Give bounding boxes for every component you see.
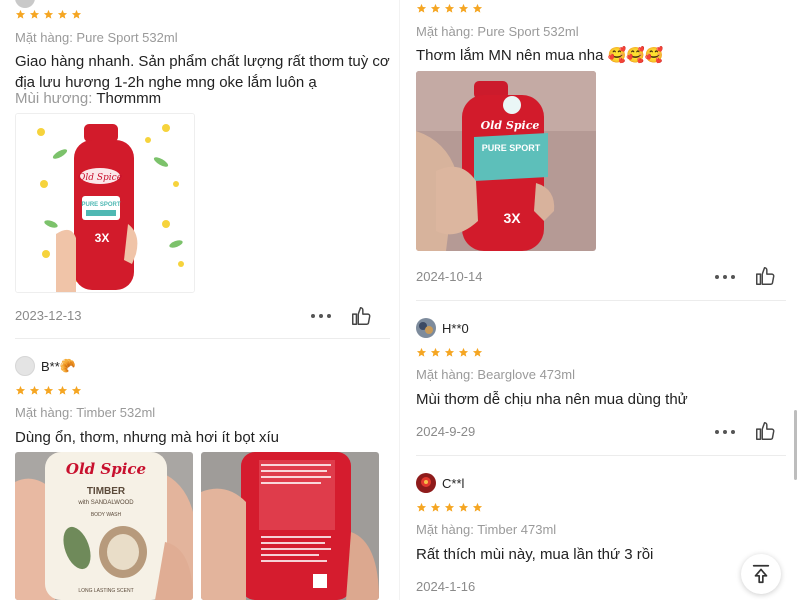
- review-text: Giao hàng nhanh. Sản phẩm chất lượng rất…: [15, 51, 390, 93]
- avatar: [416, 318, 436, 338]
- star-icon: [430, 3, 441, 13]
- avatar: [15, 0, 35, 8]
- star-icon: [444, 502, 455, 512]
- star-icon: [43, 9, 54, 19]
- star-icon: [29, 9, 40, 19]
- review-date: 2024-9-29: [416, 424, 476, 439]
- variant-sub-label: with SANDALWOOD: [77, 500, 134, 506]
- rating-stars: [15, 9, 82, 20]
- thumbs-up-icon[interactable]: [754, 420, 776, 442]
- star-icon: [29, 385, 40, 395]
- scroll-to-top-icon: [752, 564, 770, 584]
- divider: [416, 455, 786, 456]
- bottle-3x-label: 3X: [95, 231, 110, 245]
- star-icon: [416, 3, 427, 13]
- long-lasting-label: LONG LASTING SCENT: [78, 588, 133, 594]
- reviewer: C**l: [416, 473, 464, 493]
- product-variant: Mặt hàng: Pure Sport 532ml: [15, 30, 178, 45]
- body-wash-label: BODY WASH: [91, 512, 122, 518]
- star-icon: [458, 347, 469, 357]
- reviewer-name: B**: [41, 358, 60, 374]
- product-variant: Mặt hàng: Timber 532ml: [15, 405, 156, 420]
- review-column-left: Mặt hàng: Pure Sport 532ml Giao hàng nha…: [0, 0, 400, 600]
- more-icon[interactable]: [715, 275, 735, 279]
- more-icon[interactable]: [311, 314, 331, 318]
- review-date: 2024-10-14: [416, 269, 483, 284]
- scent-value: Thơmmm: [96, 90, 162, 107]
- star-icon: [472, 347, 483, 357]
- product-photo: Old Spice PURE SPORT 3X: [416, 71, 596, 251]
- rating-stars: [416, 3, 483, 14]
- star-icon: [472, 502, 483, 512]
- review-photo[interactable]: Old Spice PURE SPORT 3X: [416, 71, 596, 251]
- divider: [15, 338, 390, 339]
- variant-label: TIMBER: [87, 486, 126, 497]
- rating-stars: [15, 385, 82, 396]
- star-icon: [71, 9, 82, 19]
- brand-label: Old Spice: [78, 173, 122, 183]
- star-icon: [15, 9, 26, 19]
- star-icon: [416, 347, 427, 357]
- review-text: Rất thích mùi này, mua lần thứ 3 rồi: [416, 546, 654, 563]
- reviewer: B** 🥐: [15, 356, 76, 376]
- star-icon: [430, 347, 441, 357]
- star-icon: [416, 502, 427, 512]
- reviewer-name: C**l: [442, 475, 465, 491]
- avatar: [15, 356, 35, 376]
- variant-label: PURE SPORT: [81, 202, 120, 208]
- brand-label: Old Spice: [66, 460, 146, 478]
- variant-label: PURE SPORT: [482, 143, 541, 153]
- star-icon: [57, 9, 68, 19]
- star-icon: [444, 3, 455, 13]
- star-icon: [458, 3, 469, 13]
- review-date: 2023-12-13: [15, 308, 82, 323]
- product-photo: Old Spice TIMBER with SANDALWOOD BODY WA…: [15, 452, 193, 600]
- brand-label: Old Spice: [481, 119, 540, 132]
- thumbs-up-icon[interactable]: [754, 265, 776, 287]
- rating-stars: [416, 502, 483, 513]
- review-column-right: Mặt hàng: Pure Sport 532ml Thơm lắm MN n…: [400, 0, 800, 600]
- scroll-to-top-button[interactable]: [741, 554, 781, 594]
- product-variant: Mặt hàng: Timber 473ml: [416, 522, 557, 537]
- review-text-body: Thơm lắm MN nên mua nha: [416, 47, 604, 64]
- star-icon: [71, 385, 82, 395]
- scent-label: Mùi hương:: [15, 90, 93, 107]
- star-icon: [458, 502, 469, 512]
- product-photo: Old Spice PURE SPORT 3X: [16, 114, 194, 292]
- star-icon: [15, 385, 26, 395]
- user-emoji: 🥐: [59, 358, 76, 374]
- star-icon: [444, 347, 455, 357]
- review-text: Thơm lắm MN nên mua nha 🥰🥰🥰: [416, 45, 664, 66]
- product-variant: Mặt hàng: Bearglove 473ml: [416, 367, 575, 382]
- rating-stars: [416, 347, 483, 358]
- star-icon: [472, 3, 483, 13]
- review-photo[interactable]: [201, 452, 379, 600]
- bottle-3x-label: 3X: [503, 210, 521, 226]
- reviewer-name: H**0: [442, 320, 469, 336]
- review-text: Mùi thơm dễ chịu nha nên mua dùng thử: [416, 391, 688, 408]
- review-text-line: Giao hàng nhanh. Sản phẩm chất lượng rất…: [15, 53, 390, 70]
- star-icon: [57, 385, 68, 395]
- divider: [416, 300, 786, 301]
- review-emojis: 🥰🥰🥰: [607, 46, 664, 64]
- scrollbar-thumb[interactable]: [794, 410, 797, 480]
- review-text: Dùng ổn, thơm, nhưng mà hơi ít bọt xíu: [15, 429, 280, 446]
- star-icon: [43, 385, 54, 395]
- avatar: [416, 473, 436, 493]
- review-date: 2024-1-16: [416, 579, 476, 594]
- review-photo[interactable]: Old Spice PURE SPORT 3X: [15, 113, 195, 293]
- more-icon[interactable]: [715, 430, 735, 434]
- product-variant: Mặt hàng: Pure Sport 532ml: [416, 24, 579, 39]
- review-photo[interactable]: Old Spice TIMBER with SANDALWOOD BODY WA…: [15, 452, 193, 600]
- product-photo: [201, 452, 379, 600]
- reviewer: H**0: [416, 318, 469, 338]
- thumbs-up-icon[interactable]: [350, 305, 372, 327]
- scent-line: Mùi hương: Thơmmm: [15, 88, 161, 109]
- star-icon: [430, 502, 441, 512]
